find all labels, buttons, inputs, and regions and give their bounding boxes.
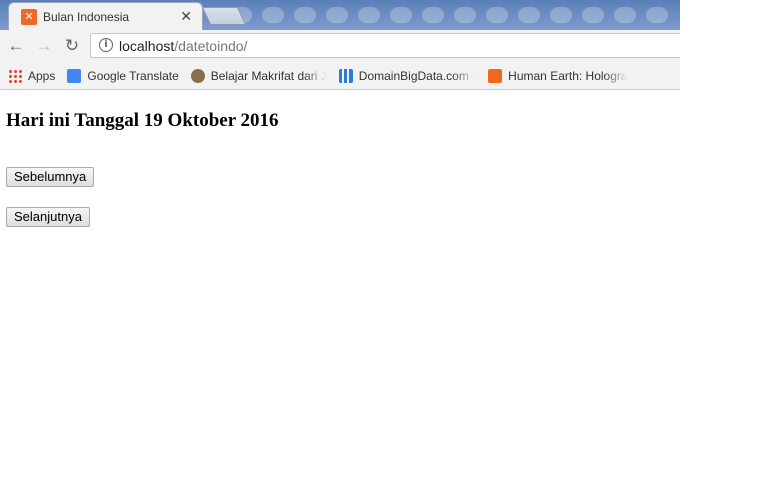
address-bar[interactable]: i localhost/datetoindo/ <box>90 33 680 58</box>
bookmark-apps[interactable]: Apps <box>8 69 55 83</box>
blurred-background-tabs <box>230 4 680 26</box>
bookmark-label: Belajar Makrifat dari J <box>210 69 327 83</box>
page-heading: Hari ini Tanggal 19 Oktober 2016 <box>6 110 279 131</box>
bookmark-label: Human Earth: Hologra <box>508 69 628 83</box>
bookmark-domainbigdata[interactable]: DomainBigData.com - <box>338 69 477 83</box>
bookmark-label: DomainBigData.com - <box>358 69 477 83</box>
tab-strip: ✕ Bulan Indonesia ✕ <box>0 0 680 30</box>
url-text[interactable]: localhost/datetoindo/ <box>119 38 247 54</box>
bookmarks-bar: Apps Google Translate Belajar Makrifat d… <box>0 63 680 90</box>
bookmark-google-translate[interactable]: Google Translate <box>67 69 179 83</box>
bookmark-label: Google Translate <box>87 69 179 83</box>
tab-bulan-indonesia[interactable]: ✕ Bulan Indonesia ✕ <box>8 2 203 30</box>
url-host: localhost <box>119 38 175 54</box>
back-arrow-icon[interactable]: ← <box>6 36 26 56</box>
tab-close-icon[interactable]: ✕ <box>180 8 192 25</box>
browser-toolbar: ← → ↻ i localhost/datetoindo/ <box>0 30 680 64</box>
reload-icon[interactable]: ↻ <box>62 36 82 56</box>
previous-button[interactable]: Sebelumnya <box>6 167 95 187</box>
blogger-icon <box>488 69 503 83</box>
avatar-icon <box>190 69 205 83</box>
bookmark-belajar-makrifat[interactable]: Belajar Makrifat dari J <box>190 69 327 83</box>
google-translate-icon <box>67 69 82 83</box>
bookmark-label: Apps <box>28 69 56 83</box>
browser-window: ✕ Bulan Indonesia ✕ ← → ↻ i localhost/da… <box>0 0 680 90</box>
bookmark-human-earth[interactable]: Human Earth: Hologra <box>488 69 628 83</box>
bar-chart-icon <box>338 69 353 83</box>
tab-title: Bulan Indonesia <box>43 10 130 24</box>
apps-grid-icon <box>8 69 22 83</box>
next-button[interactable]: Selanjutnya <box>6 207 90 227</box>
info-icon[interactable]: i <box>99 38 113 52</box>
xampp-favicon-icon: ✕ <box>21 9 37 25</box>
forward-arrow-icon[interactable]: → <box>34 36 54 56</box>
url-path: /datetoindo/ <box>174 38 248 54</box>
